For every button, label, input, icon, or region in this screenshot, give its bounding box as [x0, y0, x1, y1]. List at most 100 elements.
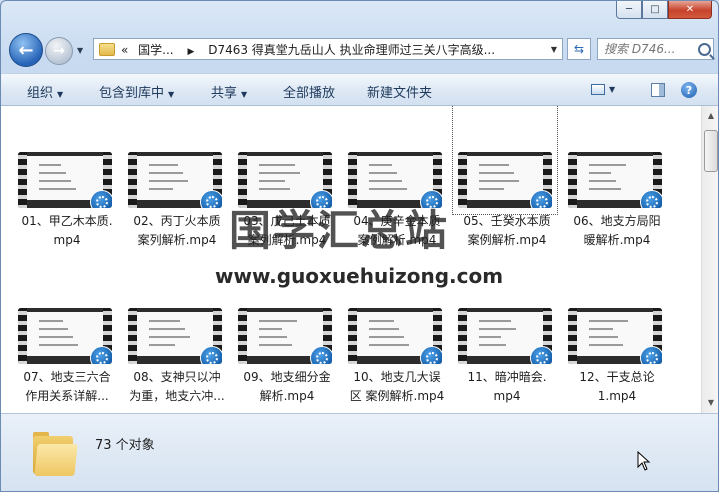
file-name-line1: 10、地支几大误 [353, 370, 441, 384]
search-input[interactable] [598, 41, 696, 57]
file-name: 07、地支三六合 作用关系详解... [13, 368, 121, 406]
file-item[interactable]: 08、支神只以冲 为重，地支六冲... [123, 262, 227, 403]
share-label: 共享 [211, 86, 238, 101]
file-name: 06、地支方局阳 暖解析.mp4 [563, 212, 671, 250]
file-name-line2: mp4 [53, 233, 81, 247]
navigation-bar: ← → ▼ « 国学... ▶ D7463 得真堂九岳山人 执业命理师过三关八字… [1, 31, 718, 69]
file-item[interactable]: 06、地支方局阳 暖解析.mp4 [563, 106, 667, 247]
search-box[interactable] [597, 38, 714, 60]
details-pane: 73 个对象 [1, 413, 718, 491]
command-toolbar: 组织 ▼ 包含到库中 ▼ 共享 ▼ 全部播放 新建文件夹 ▼ ? [1, 73, 718, 106]
video-thumbnail [568, 308, 662, 364]
search-icon[interactable] [698, 42, 711, 56]
file-name: 09、地支细分金 解析.mp4 [233, 368, 341, 406]
address-dropdown-icon[interactable]: ▼ [546, 45, 562, 54]
file-name: 10、地支几大误区 案例解析.mp4 [343, 368, 451, 406]
include-in-library-button[interactable]: 包含到库中 ▼ [99, 82, 174, 101]
address-bar[interactable]: « 国学... ▶ D7463 得真堂九岳山人 执业命理师过三关八字高级... … [93, 38, 563, 60]
video-thumbnail [348, 308, 442, 364]
media-player-icon [90, 346, 112, 364]
scroll-up-icon[interactable]: ▲ [704, 108, 718, 124]
chevron-down-icon: ▼ [241, 90, 248, 99]
file-name-line1: 08、支神只以冲 [133, 370, 221, 384]
breadcrumb-separator-icon[interactable]: ▶ [187, 47, 194, 57]
file-item[interactable]: 02、丙丁火本质 案列解析.mp4 [123, 106, 227, 247]
media-player-icon [640, 346, 662, 364]
file-name-line2: 1.mp4 [597, 389, 637, 403]
change-view-button[interactable]: ▼ [591, 84, 615, 95]
file-name-line2: 解析.mp4 [259, 389, 315, 403]
vertical-scrollbar[interactable]: ▲ ▼ [701, 106, 718, 413]
help-button[interactable]: ? [681, 82, 697, 98]
preview-pane-button[interactable] [651, 83, 665, 97]
file-view: 01、甲乙木本质. mp4 02、丙丁火本质 案列解析.mp4 03、戊己土本质 案列解析… [1, 106, 701, 413]
explorer-window: ─ □ ✕ ← → ▼ « 国学... ▶ D7463 得真堂九岳山人 执业命理… [0, 0, 719, 492]
arrow-left-icon: ← [18, 39, 34, 61]
file-name-line2: 案列解析.mp4 [137, 233, 217, 247]
media-player-icon [420, 346, 442, 364]
video-thumbnail [128, 152, 222, 208]
file-name-line2: 暖解析.mp4 [583, 233, 651, 247]
file-name: 01、甲乙木本质. mp4 [13, 212, 121, 250]
organize-label: 组织 [27, 86, 54, 101]
file-item[interactable]: 12、干支总论 1.mp4 [563, 262, 667, 403]
video-thumbnail [18, 152, 112, 208]
play-all-button[interactable]: 全部播放 [283, 82, 335, 101]
chevron-down-icon: ▼ [609, 85, 616, 94]
file-name-line1: 07、地支三六合 [23, 370, 111, 384]
file-name-line1: 11、暗冲暗会. [467, 370, 547, 384]
new-folder-button[interactable]: 新建文件夹 [367, 82, 432, 101]
video-thumbnail [18, 308, 112, 364]
file-name: 12、干支总论 1.mp4 [563, 368, 671, 406]
chevron-down-icon: ▼ [168, 90, 175, 99]
media-player-icon [310, 346, 332, 364]
organize-button[interactable]: 组织 ▼ [27, 82, 63, 101]
video-thumbnail [568, 152, 662, 208]
file-name-line2: 区 案例解析.mp4 [349, 389, 445, 403]
file-name-line1: 01、甲乙木本质. [21, 214, 113, 228]
minimize-button[interactable]: ─ [616, 1, 642, 19]
breadcrumb-item-guoxue[interactable]: 国学... [138, 43, 173, 57]
media-player-icon [200, 346, 222, 364]
share-button[interactable]: 共享 ▼ [211, 82, 247, 101]
help-icon: ? [681, 82, 697, 98]
address-overflow[interactable]: « [121, 43, 128, 57]
file-name-line1: 05、壬癸水本质 [463, 214, 551, 228]
file-name-line1: 02、丙丁火本质 [133, 214, 221, 228]
file-name: 05、壬癸水本质 案例解析.mp4 [453, 212, 561, 250]
file-name: 08、支神只以冲 为重，地支六冲... [123, 368, 231, 406]
watermark-url: www.guoxuehuizong.com [215, 264, 504, 288]
media-player-icon [90, 190, 112, 208]
file-name-line1: 06、地支方局阳 [573, 214, 661, 228]
video-thumbnail [238, 308, 332, 364]
media-player-icon [200, 190, 222, 208]
refresh-button[interactable]: ⇆ [567, 38, 591, 60]
close-button[interactable]: ✕ [668, 1, 712, 19]
file-name-line2: mp4 [493, 389, 521, 403]
media-player-icon [530, 346, 552, 364]
scroll-down-icon[interactable]: ▼ [704, 395, 718, 411]
file-item[interactable]: 05、壬癸水本质 案例解析.mp4 [452, 106, 558, 247]
video-thumbnail [458, 308, 552, 364]
item-count: 73 个对象 [95, 438, 155, 453]
maximize-button[interactable]: □ [642, 1, 668, 19]
file-name: 02、丙丁火本质 案列解析.mp4 [123, 212, 231, 250]
file-name: 11、暗冲暗会. mp4 [453, 368, 561, 406]
breadcrumb-item-current[interactable]: D7463 得真堂九岳山人 执业命理师过三关八字高级... [208, 43, 495, 57]
include-in-library-label: 包含到库中 [99, 86, 165, 101]
forward-button[interactable]: → [45, 37, 73, 65]
scrollbar-thumb[interactable] [704, 130, 718, 172]
file-item[interactable]: 07、地支三六合 作用关系详解... [13, 262, 117, 403]
arrow-right-icon: → [53, 43, 65, 59]
media-player-icon [530, 190, 552, 208]
refresh-icon: ⇆ [573, 42, 585, 56]
media-player-icon [640, 190, 662, 208]
watermark-title: 国学汇总站 [229, 206, 450, 255]
breadcrumb: « 国学... ▶ D7463 得真堂九岳山人 执业命理师过三关八字高级... [121, 41, 546, 58]
view-icon [591, 84, 605, 95]
file-item[interactable]: 01、甲乙木本质. mp4 [13, 106, 117, 247]
recent-pages-dropdown[interactable]: ▼ [77, 46, 83, 55]
video-thumbnail [458, 152, 552, 208]
back-button[interactable]: ← [9, 33, 43, 67]
file-name-line1: 12、干支总论 [579, 370, 655, 384]
